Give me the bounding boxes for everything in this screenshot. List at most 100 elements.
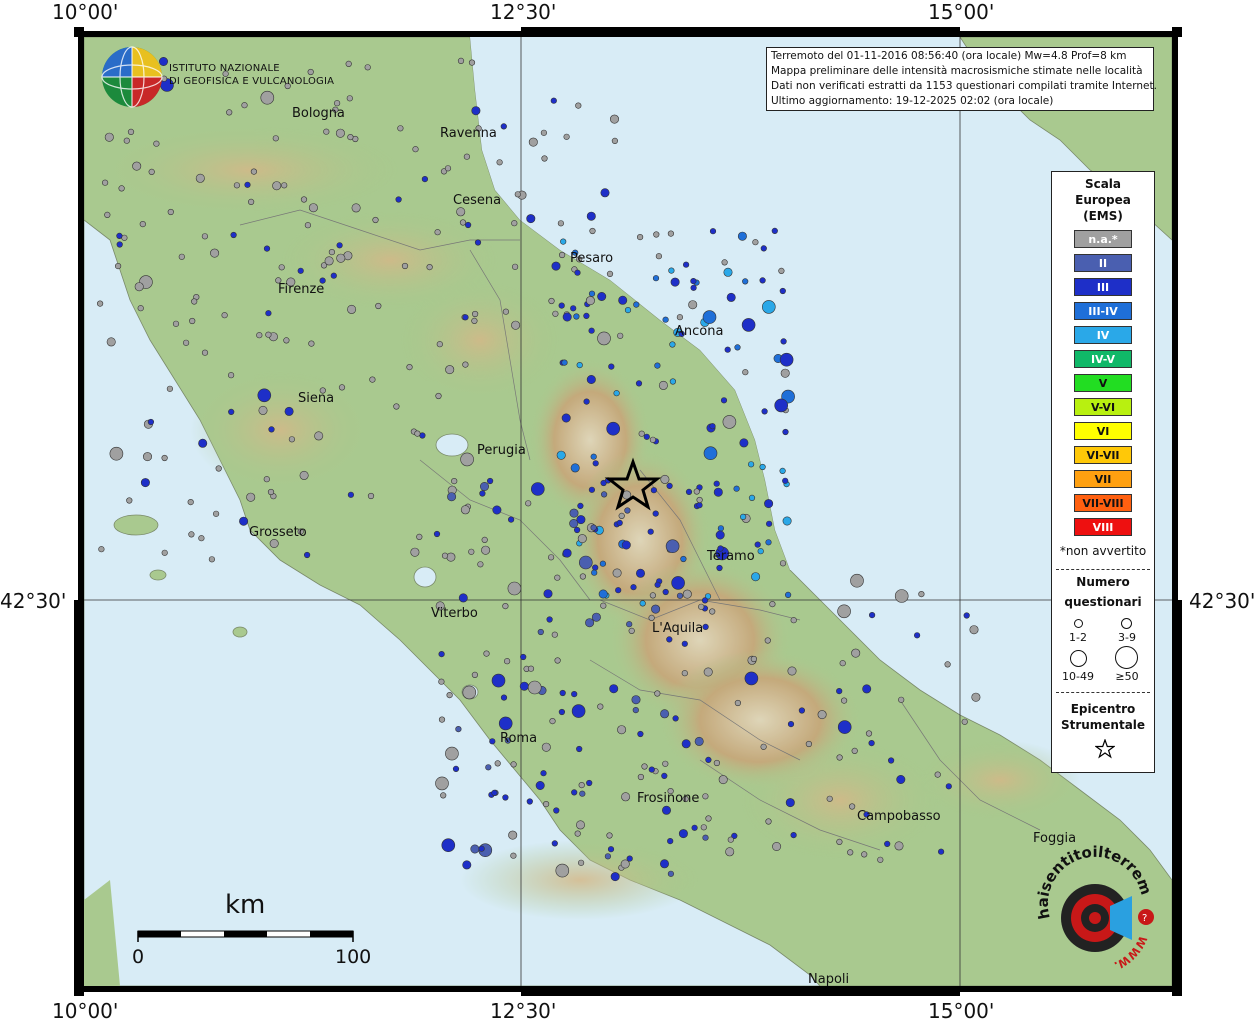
legend-divider-1	[1056, 569, 1150, 570]
intensity-point	[658, 380, 668, 390]
intensity-point	[607, 846, 615, 853]
intensity-point	[649, 592, 657, 599]
intensity-point	[558, 708, 566, 716]
intensity-point	[577, 859, 585, 866]
intensity-point	[894, 589, 909, 603]
intensity-point	[281, 182, 288, 189]
intensity-point	[705, 815, 712, 822]
institute-name: ISTITUTO NAZIONALE DI GEOFISICA E VULCAN…	[169, 62, 334, 88]
intensity-point	[765, 520, 773, 527]
questionnaires-title-1: Numero	[1076, 575, 1130, 589]
lake-bolsena	[413, 566, 437, 588]
intensity-point	[435, 776, 449, 791]
intensity-point	[258, 405, 268, 415]
intensity-point	[336, 253, 346, 263]
size-circle-medium	[1121, 618, 1132, 629]
intensity-point	[433, 530, 441, 538]
intensity-point	[241, 102, 248, 109]
intensity-point	[682, 589, 692, 599]
intensity-point	[752, 239, 759, 246]
intensity-point	[208, 556, 215, 563]
info-line-4: Ultimo aggiornamento: 19-12-2025 02:02 (…	[771, 95, 1054, 107]
info-line-1: Terremoto del 01-11-2016 08:56:40 (ora l…	[771, 50, 1127, 62]
info-line-2: Mappa preliminare delle intensità macros…	[771, 65, 1143, 77]
intensity-point	[462, 860, 472, 870]
intensity-point	[780, 338, 787, 345]
intensity-point	[551, 840, 558, 847]
intensity-point	[577, 534, 587, 544]
city-label-cesena: Cesena	[453, 193, 501, 208]
intensity-point	[421, 176, 429, 183]
intensity-point	[748, 494, 756, 502]
intensity-point	[961, 718, 968, 725]
intensity-point	[507, 581, 522, 596]
intensity-point	[345, 60, 352, 68]
coord-bottom-12-30: 12°30'	[490, 999, 557, 1023]
coord-bottom-15: 15°00'	[928, 999, 995, 1023]
intensity-point	[228, 408, 235, 416]
intensity-point	[104, 211, 111, 218]
intensity-point	[616, 519, 623, 527]
intensity-point	[314, 431, 324, 441]
intensity-point	[600, 188, 610, 198]
intensity-point	[696, 502, 703, 509]
intensity-point	[703, 446, 718, 461]
intensity-point	[265, 331, 272, 338]
intensity-point	[635, 380, 643, 387]
intensity-point	[652, 510, 659, 517]
intensity-point	[651, 604, 661, 614]
intensity-point	[441, 552, 449, 559]
intensity-point	[751, 572, 761, 582]
intensity-point	[713, 759, 721, 767]
city-label-teramo: Teramo	[706, 549, 755, 564]
intensity-point	[937, 848, 945, 855]
intensity-point	[489, 738, 496, 745]
intensity-point	[494, 760, 501, 767]
intensity-point	[272, 181, 282, 191]
intensity-point	[666, 636, 673, 643]
intensity-point	[541, 742, 551, 752]
intensity-point	[575, 820, 585, 830]
intensity-point	[641, 763, 648, 770]
intensity-point	[681, 670, 688, 677]
intensity-point	[779, 352, 794, 367]
intensity-point	[621, 540, 631, 550]
ems-item: n.a.*	[1074, 230, 1132, 248]
city-label-roma: Roma	[500, 731, 537, 746]
intensity-point	[445, 746, 459, 761]
intensity-point	[742, 369, 749, 376]
city-label-napoli: Napoli	[808, 972, 849, 987]
intensity-point	[617, 332, 624, 339]
intensity-point	[166, 385, 173, 392]
intensity-point	[541, 155, 548, 162]
intensity-point	[661, 805, 671, 815]
legend-title-2: Europea	[1075, 193, 1131, 207]
intensity-point	[862, 684, 872, 694]
intensity-point	[472, 310, 479, 318]
event-info-box: Terremoto del 01-11-2016 08:56:40 (ora l…	[766, 47, 1157, 111]
intensity-point	[839, 660, 846, 667]
intensity-point	[525, 500, 532, 507]
intensity-point	[681, 640, 688, 647]
ems-item: VIII	[1074, 518, 1132, 536]
intensity-point	[104, 132, 114, 142]
intensity-point	[557, 220, 565, 227]
ems-item: VII	[1074, 470, 1132, 488]
ems-item: VII-VIII	[1074, 494, 1132, 512]
intensity-point	[479, 481, 489, 491]
intensity-point	[393, 403, 400, 410]
intensity-point	[308, 340, 315, 347]
intensity-point	[426, 264, 433, 271]
legend-title-1: Scala	[1084, 177, 1122, 191]
intensity-point	[233, 182, 240, 189]
intensity-point	[670, 277, 680, 287]
intensity-point	[148, 168, 155, 175]
intensity-point	[248, 198, 255, 205]
intensity-point	[837, 720, 852, 734]
intensity-point	[183, 339, 190, 346]
intensity-point	[537, 628, 544, 636]
coord-bottom-10: 10°00'	[52, 999, 119, 1023]
intensity-point	[191, 298, 198, 305]
intensity-point	[550, 97, 557, 104]
intensity-point	[720, 397, 728, 404]
